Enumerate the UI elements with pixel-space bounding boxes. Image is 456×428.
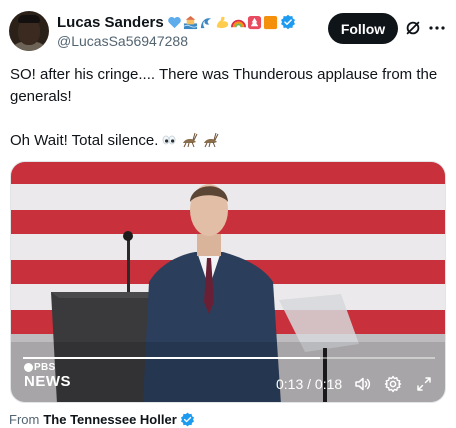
pbs-news-logo: PBS NEWS: [24, 362, 71, 390]
pbs-logo-mark: [24, 363, 33, 372]
wave-icon: [200, 17, 211, 28]
post-text-line-2-wrap: Oh Wait! Total silence.: [10, 130, 446, 152]
verified-badge-icon: [180, 412, 194, 427]
pbs-logo-bottom-text: NEWS: [24, 373, 71, 390]
more-options-icon[interactable]: [428, 19, 446, 37]
eyes-icon: [162, 135, 176, 145]
video-progress-bar[interactable]: [23, 357, 435, 359]
rainbow-icon: [230, 19, 246, 27]
name-emoji-row: [167, 15, 278, 30]
cricket-icon: [183, 132, 198, 148]
video-progress-fill: [23, 357, 320, 359]
post-text-line-1: SO! after his cringe.... There was Thund…: [10, 66, 438, 105]
video-time-display: 0:13 / 0:18: [276, 376, 343, 392]
fullscreen-icon[interactable]: [415, 375, 433, 393]
post-text-line-2: Oh Wait! Total silence.: [10, 132, 159, 149]
author-display-name[interactable]: Lucas Sanders: [57, 14, 164, 31]
cricket-icon: [204, 132, 219, 148]
ocean-house-icon: [183, 15, 198, 29]
follow-button[interactable]: Follow: [328, 13, 398, 44]
pbs-logo-top-text: PBS: [34, 362, 56, 373]
verified-badge-icon[interactable]: [280, 14, 296, 30]
source-account-link[interactable]: The Tennessee Holler: [43, 412, 176, 427]
video-source-attribution: From The Tennessee Holler: [9, 412, 195, 427]
volume-icon[interactable]: [353, 375, 371, 393]
avatar-hair: [18, 15, 40, 23]
author-name-row[interactable]: Lucas Sanders: [57, 13, 296, 31]
post-card: Lucas Sanders @LucasSa56947288 Follow SO…: [0, 0, 456, 428]
settings-gear-icon[interactable]: [384, 375, 402, 393]
author-handle[interactable]: @LucasSa56947288: [57, 33, 188, 49]
video-player[interactable]: PBS NEWS 0:13 / 0:18: [10, 161, 446, 403]
grok-icon[interactable]: [404, 19, 422, 37]
orange-square-icon: [263, 15, 277, 29]
flexed-biceps-icon: [216, 16, 228, 28]
blue-heart-icon: [167, 16, 181, 28]
video-frame: [11, 162, 445, 402]
avatar[interactable]: [9, 11, 49, 51]
post-text: SO! after his cringe.... There was Thund…: [10, 64, 446, 152]
tree-box-icon: [247, 15, 261, 29]
source-prefix: From: [9, 412, 40, 427]
